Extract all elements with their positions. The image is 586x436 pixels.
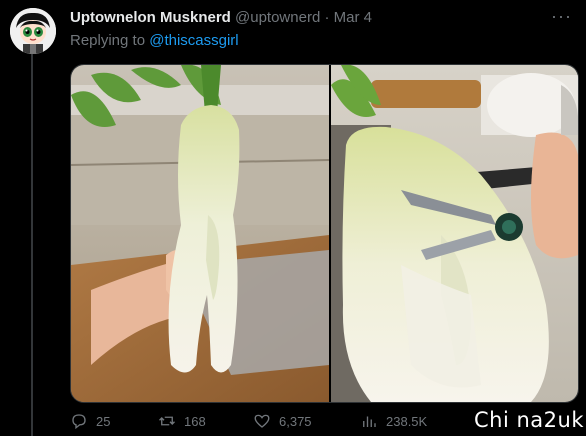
daikon-radish-held-in-hand[interactable] xyxy=(71,65,329,402)
tweet-actions: 25 168 6,375 238.5K xyxy=(70,412,470,432)
reply-button[interactable]: 25 xyxy=(70,412,110,430)
more-icon[interactable]: ··· xyxy=(551,6,572,27)
replying-prefix: Replying to xyxy=(70,32,150,49)
retweet-icon xyxy=(159,416,175,426)
watermark: Chi na2uk xyxy=(474,408,584,432)
media-grid[interactable] xyxy=(70,64,579,403)
views-icon xyxy=(363,416,376,427)
views-count: 238.5K xyxy=(386,413,428,429)
views-button[interactable]: 238.5K xyxy=(360,412,427,430)
like-button[interactable]: 6,375 xyxy=(253,412,312,430)
avatar-image xyxy=(10,8,56,54)
mention-link[interactable]: @thiscassgirl xyxy=(149,32,238,49)
tweet-header: Uptownelon Musknerd @uptownerd · Mar 4 xyxy=(70,9,372,26)
replying-to: Replying to @thiscassgirl xyxy=(70,32,239,49)
retweet-button[interactable]: 168 xyxy=(158,412,206,430)
handle[interactable]: @uptownerd xyxy=(235,9,320,26)
reply-icon xyxy=(72,414,86,430)
retweet-count: 168 xyxy=(184,413,206,429)
like-count: 6,375 xyxy=(279,413,312,429)
thread-line xyxy=(31,54,33,436)
separator: · xyxy=(320,9,334,26)
tweet-date[interactable]: Mar 4 xyxy=(334,9,372,26)
like-icon xyxy=(254,414,270,428)
daikon-radish-with-scissors[interactable] xyxy=(331,65,578,402)
avatar[interactable] xyxy=(10,8,56,54)
display-name[interactable]: Uptownelon Musknerd xyxy=(70,9,231,26)
reply-count: 25 xyxy=(96,413,111,429)
